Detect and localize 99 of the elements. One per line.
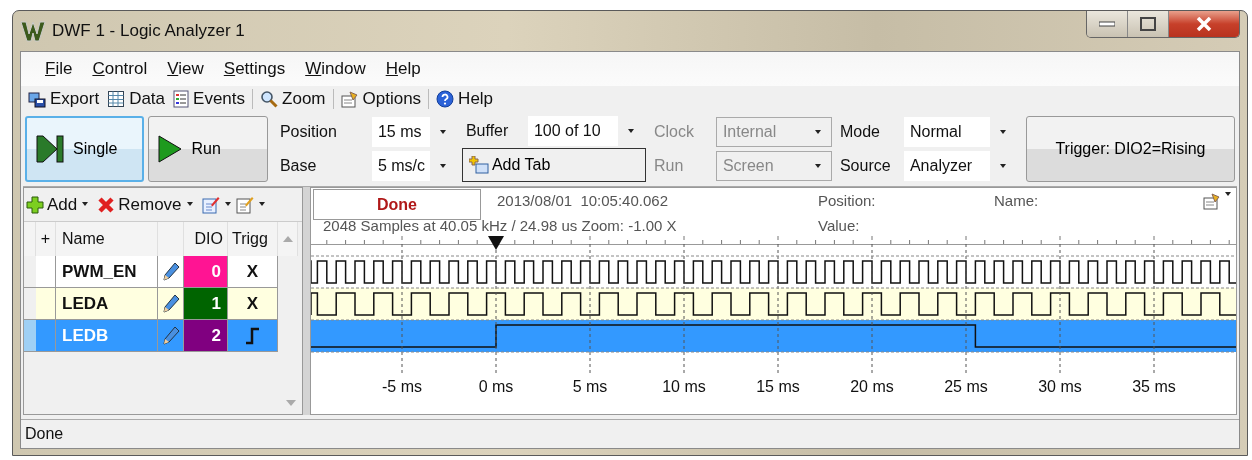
timestamp: 2013/08/01 10:05:40.062 [496,191,669,211]
trigger-button[interactable]: Trigger: DIO2=Rising [1025,116,1235,182]
name-label: Name: [994,191,1040,211]
single-button[interactable]: Single [25,116,145,182]
column-header[interactable]: DIO [184,222,228,256]
toolbar-button[interactable]: Zoom [257,88,329,110]
column-header[interactable]: Trigg [228,222,278,256]
toolbar-button[interactable]: Data [104,88,169,110]
dropdown[interactable]: Normal [903,117,1016,147]
options-icon [340,90,359,108]
add-button[interactable]: Add [26,194,78,215]
tick-label: -5 ms [382,378,422,395]
dropdown[interactable]: 15 ms [371,117,456,147]
field-label: Position [278,123,338,141]
caret-icon [998,129,1007,135]
trigger-value[interactable]: X [246,261,259,282]
pencil-icon[interactable] [161,293,180,314]
caret-icon [81,202,90,207]
status-text: Done [21,419,1239,448]
column-header[interactable]: + [36,222,56,256]
tick-label: 25 ms [944,378,988,395]
acquisition-status: Done [313,189,481,220]
minimize-button[interactable] [1087,11,1128,37]
edit-icon[interactable] [235,195,254,214]
caret-icon [1224,192,1232,197]
menu-item[interactable]: Help [375,56,431,82]
menu-item[interactable]: Window [295,56,376,82]
tick-label: 20 ms [850,378,894,395]
remove-button[interactable]: Remove [97,194,182,215]
menu-item[interactable]: Control [82,56,158,82]
signal-name[interactable]: PWM_EN [56,256,158,288]
edit-icon[interactable] [201,195,220,214]
caret-icon [813,163,822,169]
maximize-icon [1140,17,1156,31]
plus-icon [26,195,44,214]
dio-number: 0 [184,256,228,288]
table-cell [36,256,56,288]
trigger-value[interactable]: X [246,293,259,314]
dropdown[interactable]: 100 of 10 [527,116,644,146]
caret-icon [257,202,266,207]
menu-item[interactable]: Settings [213,56,296,82]
caret-icon [998,163,1007,169]
field-label: Buffer [464,122,510,140]
dio-number: 1 [184,288,228,320]
field-label: Source [838,157,892,175]
field-label: Mode [838,123,881,141]
caret-icon [223,202,232,207]
add-tab-button[interactable]: Add Tab [461,148,646,182]
signal-name[interactable]: LEDA [56,288,158,320]
tick-label: 10 ms [662,378,706,395]
single-step-icon [35,134,65,164]
rising-edge-icon[interactable] [244,326,261,345]
help-icon [436,90,455,108]
pencil-icon[interactable] [161,325,180,346]
field-label: Run [652,157,685,175]
menu-item[interactable]: View [157,56,214,82]
run-button[interactable]: Run [148,116,268,182]
list-icon [173,90,190,108]
tick-label: 5 ms [572,378,608,395]
close-icon [1195,17,1213,31]
caret-icon [626,128,635,134]
options-icon[interactable] [1202,192,1222,210]
toolbar-button[interactable]: Events [170,88,249,110]
tick-label: 0 ms [478,378,514,395]
column-header[interactable]: Name [56,222,158,256]
tick-label: 30 ms [1038,378,1082,395]
field-label: Base [278,157,318,175]
dropdown[interactable]: Analyzer [903,151,1016,181]
sample-info: 2048 Samples at 40.05 kHz / 24.98 us Zoom: -1.00 X [322,218,678,236]
export-icon [28,90,46,108]
app-logo-icon [20,19,46,43]
caret-icon [813,129,822,135]
caret-icon [438,163,447,169]
dio-number: 2 [184,320,228,352]
add-tab-icon [468,156,489,174]
position-label: Position: [818,191,877,211]
toolbar-button[interactable]: Options [337,88,425,110]
close-icon [97,195,116,214]
toolbar-button[interactable]: Export [25,88,103,110]
close-button[interactable] [1169,11,1239,37]
play-icon [157,134,184,164]
tick-label: 35 ms [1132,378,1176,395]
caret-icon [438,129,447,135]
caret-icon [185,202,194,207]
table-cell [36,288,56,320]
window-title: DWF 1 - Logic Analyzer 1 [52,21,245,41]
table-icon [107,90,126,108]
toolbar-button[interactable]: Help [433,88,497,110]
menu-item[interactable]: File [35,56,83,82]
pencil-icon[interactable] [161,261,180,282]
field-label: Clock [652,123,695,141]
dropdown[interactable]: 5 ms/c [371,151,456,181]
maximize-button[interactable] [1128,11,1169,37]
value-label: Value: [818,218,861,236]
search-icon [260,90,279,108]
table-cell [36,320,56,352]
tick-label: 15 ms [756,378,800,395]
minimize-icon [1099,21,1115,27]
trigger-marker-icon[interactable] [488,236,504,250]
